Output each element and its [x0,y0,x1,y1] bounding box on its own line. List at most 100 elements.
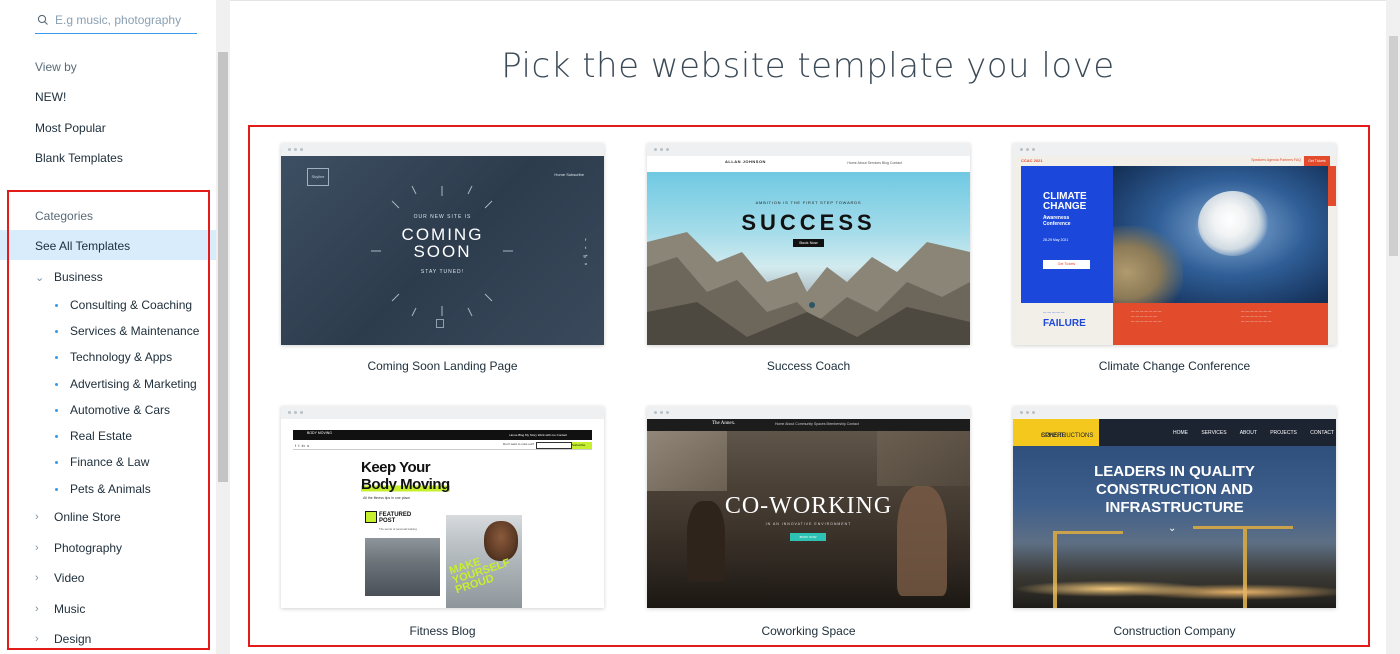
earth-image [1113,166,1328,303]
preview-tagline: AMBITION IS THE FIRST STEP TOWARDS [755,200,862,205]
template-thumbnail[interactable]: The Annex. Home About Community Spaces M… [647,406,970,608]
preview-failure-label: FAILURE [1043,318,1086,329]
template-nav: Home About Services Blog Contact [847,161,902,165]
preview-small-text: — — — — — [1043,310,1065,314]
template-header: SPHERE CONSTRUCTIONS HOME SERVICES ABOUT … [1013,419,1336,446]
hurricane-swirl [1198,191,1268,256]
sidebar-scrollbar-thumb[interactable] [218,52,228,482]
template-nav: Home Blog My Story Work with me Contact [509,433,567,437]
template-nav: Home Subscribe [554,172,584,177]
view-new-link[interactable]: NEW! [35,90,66,104]
preview-title-line: LEADERS IN QUALITY [1094,463,1255,480]
template-brand: CCAC 2021 [1021,158,1043,163]
preview-title: LEADERS IN QUALITY CONSTRUCTION AND INFR… [1013,463,1336,517]
template-header: The Annex. Home About Community Spaces M… [647,419,970,431]
template-name[interactable]: Construction Company [1013,624,1336,638]
preview-title-line: CONSTRUCTION AND [1096,481,1253,498]
logo-line: CONSTRUCTIONS [1041,433,1094,439]
template-name[interactable]: Climate Change Conference [1013,359,1336,373]
browser-chrome [281,143,604,156]
preview-subtitle-line: Conference [1043,221,1071,227]
template-header: BODY MOVING Home Blog My Story Work with… [293,430,592,440]
template-thumbnail[interactable]: Skyline Home Subscribe OUR NEW SITE IS C… [281,143,604,345]
browser-chrome [1013,143,1336,156]
mountain-illustration [647,232,970,345]
template-name[interactable]: Coming Soon Landing Page [281,359,604,373]
template-thumbnail[interactable]: SPHERE CONSTRUCTIONS HOME SERVICES ABOUT … [1013,406,1336,608]
featured-title-line: POST [379,518,396,524]
featured-marker [365,511,377,523]
template-brand: The Annex. [712,421,736,426]
divider [230,0,1386,1]
preview-panel: CLIMATE CHANGE Awareness Conference 28-29 … [1021,166,1113,303]
template-name[interactable]: Fitness Blog [281,624,604,638]
template-name[interactable]: Success Coach [647,359,970,373]
template-thumbnail[interactable]: BODY MOVING Home Blog My Story Work with… [281,406,604,608]
preview-title: CO-WORKING [724,493,893,519]
preview-button: Get Tickets [1043,260,1090,269]
view-most-popular-link[interactable]: Most Popular [35,121,106,135]
template-preview: CCAC 2021 Speakers Agenda Partners FAQ G… [1013,156,1336,345]
preview-button: Subscribe [572,442,592,449]
preview-tagline: All the fitness tips in one place [363,496,411,500]
template-logo: SPHERE CONSTRUCTIONS [1013,419,1099,446]
preview-dates: 28-29 May 2021 [1043,238,1069,242]
preview-button: Book Now [793,239,824,247]
page-title: Pick the website template you love [501,46,1115,86]
browser-chrome [281,406,604,419]
social-strip [1328,166,1336,206]
search-icon [37,14,48,25]
window-area [877,431,970,486]
scroll-down-icon [436,319,444,328]
template-name[interactable]: Coworking Space [647,624,970,638]
browser-chrome [1013,406,1336,419]
preview-line: OUR NEW SITE IS [413,214,472,220]
sidebar: View by NEW! Most Popular Blank Template… [0,0,216,654]
view-blank-templates-link[interactable]: Blank Templates [35,151,123,165]
main-scrollbar-thumb[interactable] [1389,36,1398,256]
preview-title: CLIMATE CHANGE [1043,192,1087,212]
categories-highlight-box [7,190,210,650]
preview-subtitle: Awareness Conference [1043,215,1071,227]
preview-title: Keep Your Body Moving [361,459,450,493]
social-icons: f t g+ o [583,237,588,266]
template-thumbnail[interactable]: CCAC 2021 Speakers Agenda Partners FAQ G… [1013,143,1336,345]
fitness-photo: MAKE YOURSELF PROUD [446,515,522,608]
template-preview: Skyline Home Subscribe OUR NEW SITE IS C… [281,156,604,345]
preview-prompt: Don't want to miss out? [503,442,535,446]
template-preview: SPHERE CONSTRUCTIONS HOME SERVICES ABOUT … [1013,419,1336,608]
template-nav: Speakers Agenda Partners FAQ [1251,158,1301,162]
preview-paragraph: — — — — — — — — — — — — — — — — — — — — [1131,309,1162,323]
crane-shape [1053,531,1123,534]
template-preview: ALLAN JOHNSON Home About Services Blog C… [647,156,970,345]
preview-panel: — — — — — FAILURE [1021,303,1113,345]
template-header: CCAC 2021 Speakers Agenda Partners FAQ G… [1013,156,1336,166]
featured-post: FEATURED POST The secret of personal trai… [365,511,440,596]
template-brand: ALLAN JOHNSON [725,159,766,164]
preview-title: SUCCESS [741,210,876,235]
preview-button: Get Tickets [1304,156,1330,166]
window-area [647,431,727,491]
preview-title-line: Body Moving [361,476,450,493]
preview-title-line: SOON [413,242,472,261]
template-preview: BODY MOVING Home Blog My Story Work with… [281,419,604,608]
template-preview: The Annex. Home About Community Spaces M… [647,419,970,608]
featured-desc: The secret of personal training [379,527,417,531]
view-by-title: View by [35,60,77,74]
preview-paragraph: — — — — — — — — — — — — — — — — — — — — [1241,309,1272,323]
city-lights [1013,576,1336,608]
template-nav: Home About Community Spaces Membership C… [775,422,859,426]
search-box[interactable] [35,6,197,34]
landmass [1113,226,1183,303]
search-input[interactable] [55,12,190,27]
template-thumbnail[interactable]: ALLAN JOHNSON Home About Services Blog C… [647,143,970,345]
preview-title-line: COMING [401,225,484,244]
template-gallery-page: View by NEW! Most Popular Blank Template… [0,0,1400,654]
featured-photo [365,538,440,596]
browser-chrome [647,406,970,419]
template-nav: HOME SERVICES ABOUT PROJECTS CONTACT [1173,430,1335,436]
preview-panel: — — — — — — — — — — — — — — — — — — — — — … [1113,303,1328,345]
preview-title-line: CHANGE [1043,201,1087,212]
preview-title: COMING SOON [281,226,604,260]
featured-title: FEATURED POST [379,512,411,524]
